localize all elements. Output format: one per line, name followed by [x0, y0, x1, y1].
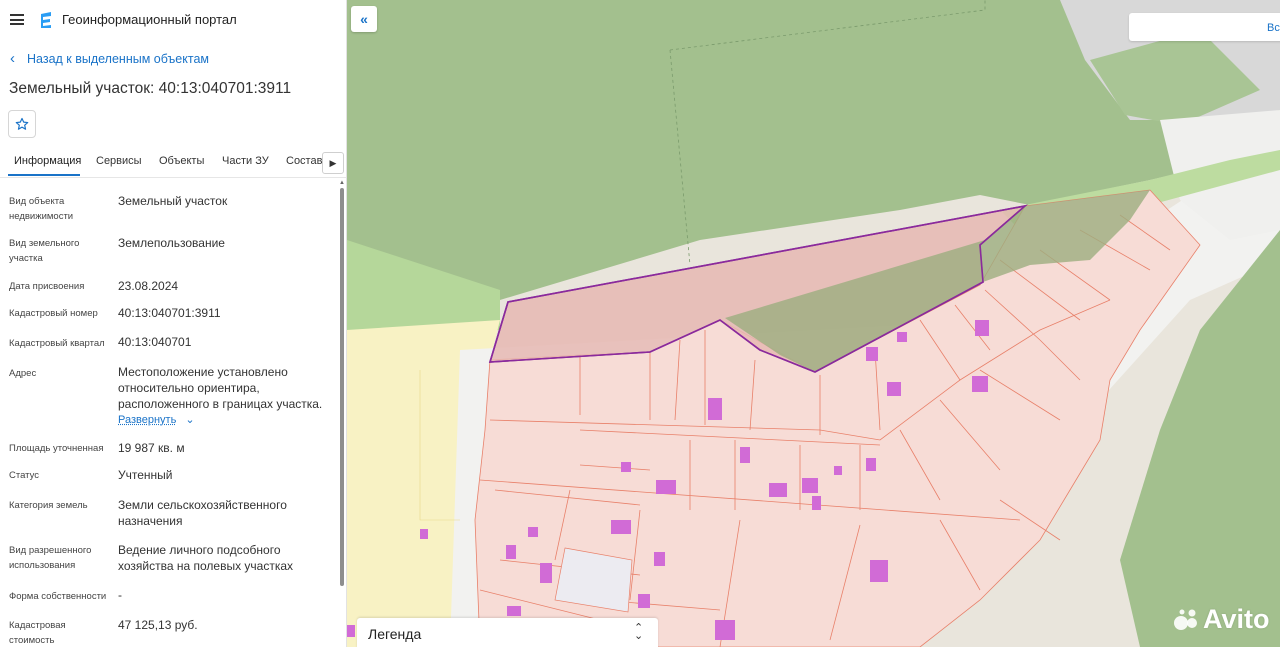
label-parcel-type: Вид земельного участка: [9, 238, 80, 264]
expand-address-link[interactable]: Развернуть ⌄: [118, 413, 195, 426]
back-link[interactable]: ‹ Назад к выделенным объектам: [10, 50, 209, 67]
scroll-up-icon[interactable]: ▲: [339, 180, 345, 186]
building: [870, 560, 888, 582]
building: [420, 529, 428, 539]
tabs-scroll-right-button[interactable]: ▶: [322, 152, 344, 174]
building: [802, 478, 818, 493]
map-search-input[interactable]: Вс: [1129, 13, 1280, 41]
app-root: Геоинформационный портал ‹ Назад к выдел…: [0, 0, 1280, 647]
label-area: Площадь уточненная: [9, 443, 104, 454]
building: [507, 606, 521, 616]
chevron-down-icon: ⌄: [185, 414, 195, 426]
building: [972, 376, 988, 392]
favorite-button[interactable]: [8, 110, 36, 138]
portal-logo-icon: [41, 12, 51, 28]
collapse-panel-button[interactable]: «: [351, 6, 377, 32]
chevron-left-icon: ‹: [10, 50, 15, 67]
building: [347, 625, 355, 637]
label-cadastral-value: Кадастровая стоимость: [9, 620, 66, 646]
label-land-category: Категория земель: [9, 500, 88, 511]
value-parcel-type: Землепользование: [118, 236, 225, 250]
building: [866, 347, 878, 361]
value-status: Учтенный: [118, 468, 173, 482]
value-cadastral-number: 40:13:040701:3911: [118, 306, 221, 320]
label-cadastral-quarter: Кадастровый квартал: [9, 338, 105, 349]
value-assign-date: 23.08.2024: [118, 279, 179, 293]
map-search-label: Вс: [1267, 22, 1280, 34]
tab-services[interactable]: Сервисы: [96, 155, 142, 167]
building: [611, 520, 631, 534]
expand-label: Развернуть: [118, 414, 177, 426]
building: [866, 458, 876, 471]
label-assign-date: Дата присвоения: [9, 281, 85, 292]
caret-right-icon: ▶: [329, 157, 337, 168]
value-area: 19 987 кв. м: [118, 441, 185, 455]
building: [708, 398, 722, 420]
building: [506, 545, 516, 559]
building: [528, 527, 538, 537]
hamburger-icon[interactable]: [10, 14, 24, 25]
building: [656, 480, 676, 494]
legend-panel[interactable]: Легенда ⌃ ⌄: [357, 618, 658, 647]
building: [540, 563, 552, 583]
tab-bar: Информация Сервисы Объекты Части ЗУ Сост…: [0, 148, 346, 178]
value-cadastral-value: 47 125,13 руб.: [118, 618, 198, 632]
watermark-text: Avito: [1203, 603, 1270, 634]
label-address: Адрес: [9, 368, 37, 379]
building: [897, 332, 907, 342]
tab-parts[interactable]: Части ЗУ: [222, 155, 269, 167]
building: [887, 382, 901, 396]
legend-label: Легенда: [368, 626, 422, 642]
value-cadastral-quarter: 40:13:040701: [118, 335, 192, 349]
top-bar: Геоинформационный портал: [0, 0, 346, 40]
tab-objects[interactable]: Объекты: [159, 155, 204, 167]
value-object-type: Земельный участок: [118, 194, 228, 208]
value-permitted-use: Ведение личного подсобного хозяйства на …: [118, 543, 294, 573]
back-link-label: Назад к выделенным объектам: [27, 52, 209, 66]
tab-composition[interactable]: Состав: [286, 155, 322, 167]
label-permitted-use: Вид разрешенного использования: [9, 545, 92, 571]
value-land-category: Земли сельскохозяйственного назначения: [118, 498, 287, 528]
star-icon: [15, 117, 29, 130]
building: [621, 462, 631, 472]
building: [654, 552, 665, 566]
active-tab-indicator: [8, 174, 80, 176]
avito-watermark: Avito: [1173, 604, 1270, 634]
label-status: Статус: [9, 470, 40, 481]
sort-arrows-icon[interactable]: ⌃ ⌄: [634, 623, 643, 642]
value-address: Местоположение установлено относительно …: [118, 365, 323, 411]
building: [740, 447, 750, 463]
map-canvas[interactable]: [347, 0, 1280, 647]
map-view[interactable]: [347, 0, 1280, 647]
building: [638, 594, 650, 608]
app-title: Геоинформационный портал: [62, 12, 237, 27]
building: [769, 483, 787, 497]
building: [975, 320, 989, 336]
tab-info[interactable]: Информация: [14, 155, 81, 167]
building: [834, 466, 842, 475]
info-panel: Геоинформационный портал ‹ Назад к выдел…: [0, 0, 347, 647]
label-ownership: Форма собственности: [9, 591, 107, 602]
label-object-type: Вид объекта недвижимости: [9, 196, 74, 222]
double-chevron-left-icon: «: [360, 11, 368, 27]
value-ownership: -: [118, 588, 122, 602]
object-title: Земельный участок: 40:13:040701:3911: [9, 80, 292, 97]
scrollbar-thumb[interactable]: [340, 188, 344, 586]
label-cadastral-number: Кадастровый номер: [9, 308, 98, 319]
avito-logo-icon: [1174, 609, 1197, 630]
building: [715, 620, 735, 640]
building: [812, 496, 821, 510]
